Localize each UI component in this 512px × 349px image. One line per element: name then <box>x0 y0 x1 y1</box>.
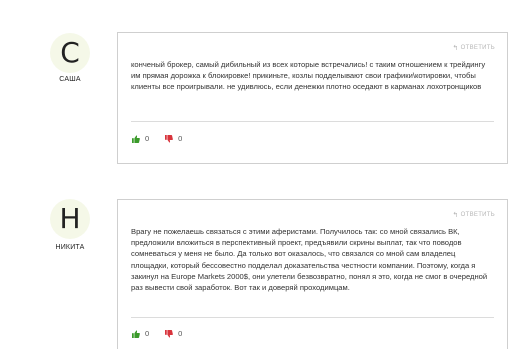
thumbs-up-icon <box>132 329 140 338</box>
like-button[interactable]: 0 <box>132 134 149 143</box>
comment-text: конченый брокер, самый дибильный из всех… <box>131 60 486 92</box>
divider <box>131 317 494 318</box>
comment-author: САША <box>59 76 81 83</box>
thumbs-up-icon <box>132 134 140 143</box>
avatar-letter: Н <box>59 202 81 235</box>
reply-label: ОТВЕТИТЬ <box>460 212 495 218</box>
dislike-count: 0 <box>178 329 183 338</box>
reply-icon: ↰ <box>452 45 459 52</box>
avatar: Н <box>50 199 90 239</box>
like-count: 0 <box>145 134 150 143</box>
reply-button[interactable]: ↰ ОТВЕТИТЬ <box>453 211 496 219</box>
dislike-count: 0 <box>178 134 183 143</box>
thumbs-down-icon <box>165 329 174 338</box>
vote-bar: 0 0 <box>132 134 182 143</box>
avatar-letter: С <box>60 36 80 69</box>
like-button[interactable]: 0 <box>132 329 149 338</box>
reply-button[interactable]: ↰ ОТВЕТИТЬ <box>453 44 496 52</box>
comment-text: Врагу не пожелаешь связаться с этими афе… <box>131 227 488 293</box>
dislike-button[interactable]: 0 <box>165 134 182 143</box>
comment-author: НИКИТА <box>55 244 85 251</box>
dislike-button[interactable]: 0 <box>165 329 182 338</box>
thumbs-down-icon <box>165 134 174 143</box>
vote-bar: 0 0 <box>132 329 182 338</box>
avatar: С <box>50 33 90 73</box>
comment-card: ↰ ОТВЕТИТЬ конченый брокер, самый дибиль… <box>117 32 508 164</box>
like-count: 0 <box>145 329 150 338</box>
comment-card: ↰ ОТВЕТИТЬ Врагу не пожелаешь связаться … <box>117 199 508 349</box>
divider <box>131 121 494 122</box>
reply-icon: ↰ <box>452 212 459 219</box>
reply-label: ОТВЕТИТЬ <box>460 45 495 51</box>
